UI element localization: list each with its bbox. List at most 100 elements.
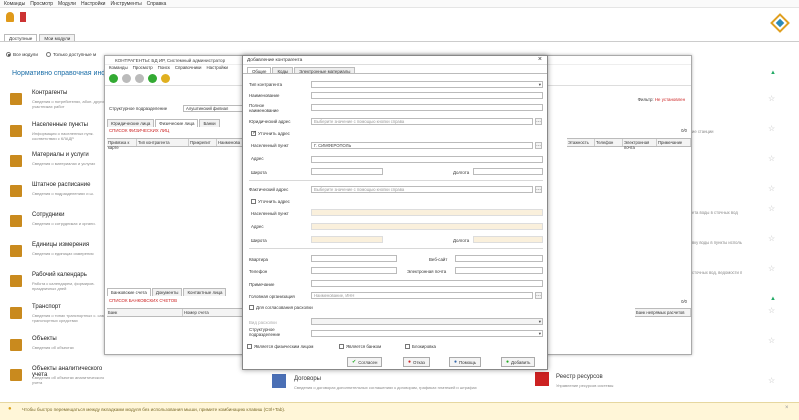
pick-icon[interactable]: … [535,292,542,299]
menu-tools[interactable]: Инструменты [110,1,141,7]
col-header[interactable]: Номер счета [183,309,243,316]
menu-item[interactable]: Справочники [175,65,202,72]
email-field[interactable] [455,267,543,274]
locality-field[interactable]: Г. СИМФЕРОПОЛЬ [311,142,533,149]
registry-title[interactable]: Реестр ресурсов [556,374,603,380]
col-header[interactable]: Электронная почта [623,139,657,150]
collapse-icon[interactable]: ▲ [770,296,776,302]
refine-address-2-checkbox[interactable]: Уточнить адрес [251,199,290,204]
col-header[interactable]: Телефон [595,139,623,146]
favorite-star-icon[interactable]: ☆ [768,376,775,385]
favorite-star-icon[interactable]: ☆ [768,184,775,193]
col-header[interactable]: Тип контрагента [137,139,189,146]
edit-icon[interactable] [122,74,131,83]
refine-address-checkbox[interactable]: Уточнить адрес [251,130,290,136]
subtab-legal[interactable]: Юридические лица [107,119,155,127]
favorite-star-icon[interactable]: ☆ [768,306,775,315]
legal-addr-field[interactable]: Выберите значение с помощью кнопки справ… [311,118,533,125]
fullname-field[interactable] [311,104,543,111]
menu-help[interactable]: Справка [147,1,167,7]
phys-addr-field[interactable]: Выберите значение с помощью кнопки справ… [311,186,533,193]
refresh-icon[interactable] [148,74,157,83]
menu-item[interactable]: Настройки [206,65,228,72]
module-staffing[interactable]: Штатное расписание Сведения о подразделен… [10,182,110,208]
module-units[interactable]: Единицы измерения Сведения о единицах изм… [10,242,110,268]
name-field[interactable] [311,92,543,99]
filter-icon[interactable] [161,74,170,83]
tab-electronic-materials[interactable]: Электронные материалы [294,67,356,74]
subtab-physical[interactable]: Физические лица [155,119,199,127]
contracts-title[interactable]: Договоры [294,376,321,382]
radio-available-only[interactable]: Только доступные м [45,52,96,57]
menu-item[interactable]: Поиск [158,65,170,72]
add-button[interactable]: ● Добавить [501,357,536,367]
module-materials[interactable]: Материалы и услуги Сведения о материалах … [10,152,110,178]
cancel-button[interactable]: ● Отказ [403,357,430,367]
exit-icon[interactable] [20,12,26,22]
subtab-bank-accounts[interactable]: Банковские счета [107,288,151,296]
subtab-banks[interactable]: Банки [199,119,220,127]
module-transport[interactable]: Транспорт Сведения о типах транспортных с… [10,304,110,330]
menu-view[interactable]: Просмотр [30,1,53,7]
close-hint-icon[interactable]: × [785,405,789,411]
struct-select[interactable] [311,330,543,337]
menu-modules[interactable]: Модули [58,1,76,7]
col-header[interactable]: Прикрепит [189,139,217,146]
module-calendar[interactable]: Рабочий календарь Работа с календарем, фо… [10,272,110,298]
favorite-star-icon[interactable]: ☆ [768,94,775,103]
favorite-star-icon[interactable]: ☆ [768,204,775,213]
note-field[interactable] [311,280,543,287]
col-header[interactable]: Наименова [217,139,243,146]
is-bank-checkbox[interactable]: Является банком [339,344,381,349]
pick-icon[interactable]: … [535,142,542,149]
phone-field[interactable] [311,267,397,274]
col-header[interactable]: Банк непрямых расчетов [635,309,691,316]
agree-checkbox[interactable]: Для согласования расхолки [249,305,313,310]
favorite-star-icon[interactable]: ☆ [768,154,775,163]
tab-my-modules[interactable]: Мои модули [39,34,76,41]
favorite-star-icon[interactable]: ☆ [768,124,775,133]
module-desc: Сведения о типах транспортных с. самих т… [32,313,109,323]
favorite-star-icon[interactable]: ☆ [768,264,775,273]
menu-item[interactable]: Команды [109,65,128,72]
favorite-star-icon[interactable]: ☆ [768,336,775,345]
tab-available[interactable]: Доступные [4,34,38,41]
type-select[interactable] [311,81,543,88]
apt-field[interactable] [311,255,397,262]
web-field[interactable] [455,255,543,262]
module-employees[interactable]: Сотрудники Сведения о сотрудниках и орган… [10,212,110,238]
col-header[interactable]: Примечание [657,139,691,146]
pick-icon[interactable]: … [535,186,542,193]
delete-icon[interactable] [135,74,144,83]
menu-commands[interactable]: Команды [4,1,25,7]
address-field[interactable] [311,156,543,163]
module-contractors[interactable]: Контрагенты Сведения о потребителях, абон… [10,90,110,116]
head-org-field[interactable]: Наименование, ИНН [311,292,533,299]
help-button[interactable]: ● Помощь [449,357,481,367]
subtab-contacts[interactable]: Контактные лица [183,288,227,296]
module-analytic-objects[interactable]: Объекты аналитического учета Сведения об … [10,366,110,392]
collapse-icon[interactable]: ▲ [770,70,776,76]
struct-select[interactable]: Алуштинский филиал [183,105,243,112]
module-objects[interactable]: Объекты Сведения об объектах [10,336,110,362]
radio-all-modules[interactable]: Все модули [6,52,38,57]
tab-general[interactable]: Общие [247,67,272,74]
is-physical-checkbox[interactable]: Является физическим лицом [247,344,313,349]
col-header[interactable]: Этажность [567,139,595,146]
col-header[interactable]: Привязка к карте [107,139,137,150]
lat-field[interactable] [311,168,383,175]
ok-button[interactable]: ✔ Согласен [347,357,383,367]
block-checkbox[interactable]: Блокировка [405,344,436,349]
favorite-star-icon[interactable]: ☆ [768,234,775,243]
module-localities[interactable]: Населенные пункты Информация о населенных… [10,122,110,148]
subtab-documents[interactable]: Документы [151,288,183,296]
col-header[interactable]: Банк [107,309,183,316]
menu-settings[interactable]: Настройки [81,1,106,7]
menu-item[interactable]: Просмотр [133,65,153,72]
add-icon[interactable] [109,74,118,83]
lon-field[interactable] [473,168,543,175]
user-icon[interactable] [6,12,14,22]
tab-codes[interactable]: Коды [272,67,294,74]
pick-icon[interactable]: … [535,118,542,125]
close-icon[interactable]: × [538,56,542,63]
